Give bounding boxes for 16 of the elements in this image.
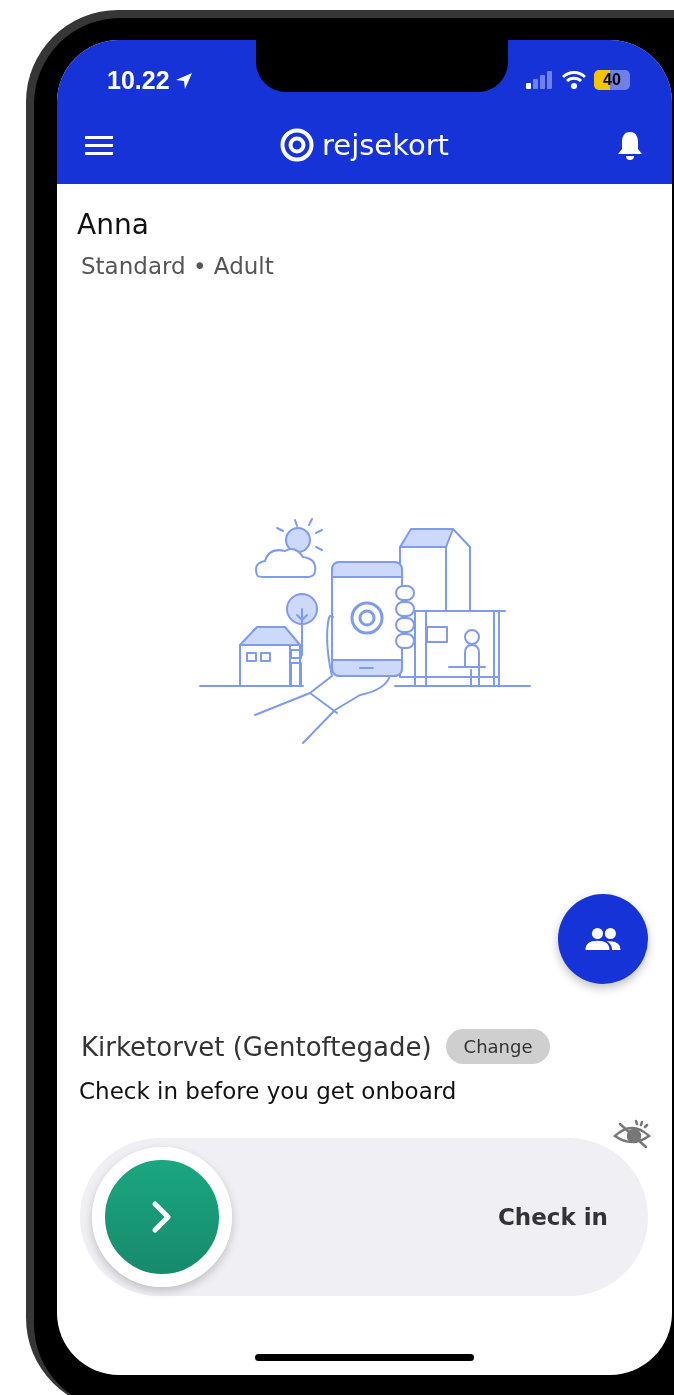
user-name: Anna	[77, 208, 150, 241]
wifi-icon	[562, 71, 586, 89]
logo-ring-icon	[280, 128, 315, 162]
change-button[interactable]: Change	[445, 1029, 551, 1064]
instruction-text: Check in before you get onboard	[79, 1078, 458, 1104]
bell-icon[interactable]	[616, 130, 644, 160]
stop-name: Kirketorvet (Gentoftegade)	[81, 1031, 432, 1062]
profile-type: Standard • Adult	[81, 253, 275, 279]
group-travel-button[interactable]	[558, 894, 648, 984]
status-time: 10.22	[107, 66, 170, 95]
check-in-slider[interactable]: Check in	[80, 1138, 648, 1296]
eye-slash-icon[interactable]	[612, 1118, 652, 1148]
menu-icon[interactable]	[85, 134, 113, 156]
app-logo-text: rejsekort	[322, 128, 449, 162]
people-icon	[584, 927, 622, 951]
signal-icon	[526, 71, 554, 89]
